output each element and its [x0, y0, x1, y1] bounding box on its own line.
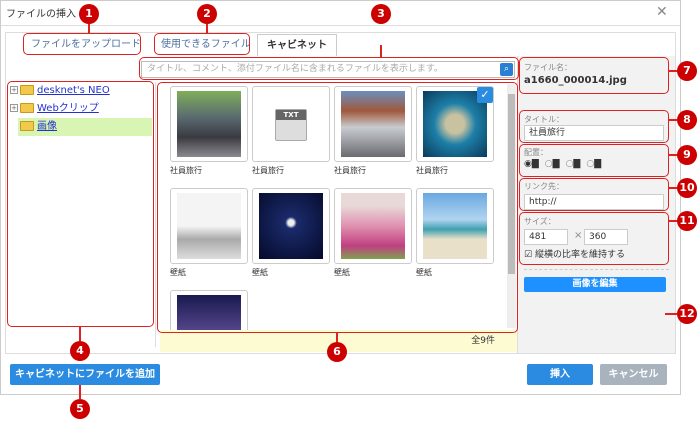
annotation-line — [79, 327, 81, 341]
annotation-badge: 6 — [327, 342, 347, 362]
annotation-line — [380, 45, 382, 58]
annotation-box — [519, 57, 669, 94]
tab-cabinet[interactable]: キャビネット — [257, 34, 337, 56]
dialog-title: ファイルの挿入 — [6, 9, 76, 20]
annotation-box — [519, 212, 669, 265]
annotation-badge: 10 — [677, 178, 697, 198]
annotation-badge: 1 — [79, 4, 99, 24]
annotation-box — [7, 81, 154, 327]
annotation-badge: 4 — [70, 341, 90, 361]
divider — [524, 269, 669, 270]
insert-button[interactable]: 挿入 — [527, 364, 593, 385]
annotation-line — [669, 154, 677, 156]
annotation-badge: 3 — [371, 4, 391, 24]
annotation-line — [669, 70, 677, 72]
close-icon[interactable]: ✕ — [656, 4, 668, 20]
cancel-button[interactable]: キャンセル — [600, 364, 667, 385]
annotation-line — [79, 385, 81, 399]
annotation-badge: 9 — [677, 145, 697, 165]
annotation-box — [519, 178, 669, 211]
annotation-line — [669, 119, 677, 121]
annotation-line — [665, 313, 677, 315]
annotation-box — [139, 57, 519, 80]
annotation-box — [519, 144, 669, 177]
annotation-line — [669, 187, 677, 189]
annotation-badge: 2 — [197, 4, 217, 24]
annotation-box — [157, 82, 518, 333]
annotation-badge: 8 — [677, 110, 697, 130]
add-file-to-cabinet-button[interactable]: キャビネットにファイルを追加 — [10, 364, 160, 385]
annotation-line — [206, 24, 208, 34]
edit-image-button[interactable]: 画像を編集 — [524, 277, 666, 292]
annotation-box — [154, 33, 250, 55]
annotation-line — [88, 24, 90, 34]
annotation-badge: 11 — [677, 211, 697, 231]
annotation-box — [23, 33, 141, 55]
annotation-badge: 12 — [677, 304, 697, 324]
annotation-line — [669, 220, 677, 222]
annotation-badge: 7 — [677, 61, 697, 81]
annotation-badge: 5 — [70, 399, 90, 419]
annotation-box — [519, 110, 669, 143]
divider — [1, 25, 680, 26]
